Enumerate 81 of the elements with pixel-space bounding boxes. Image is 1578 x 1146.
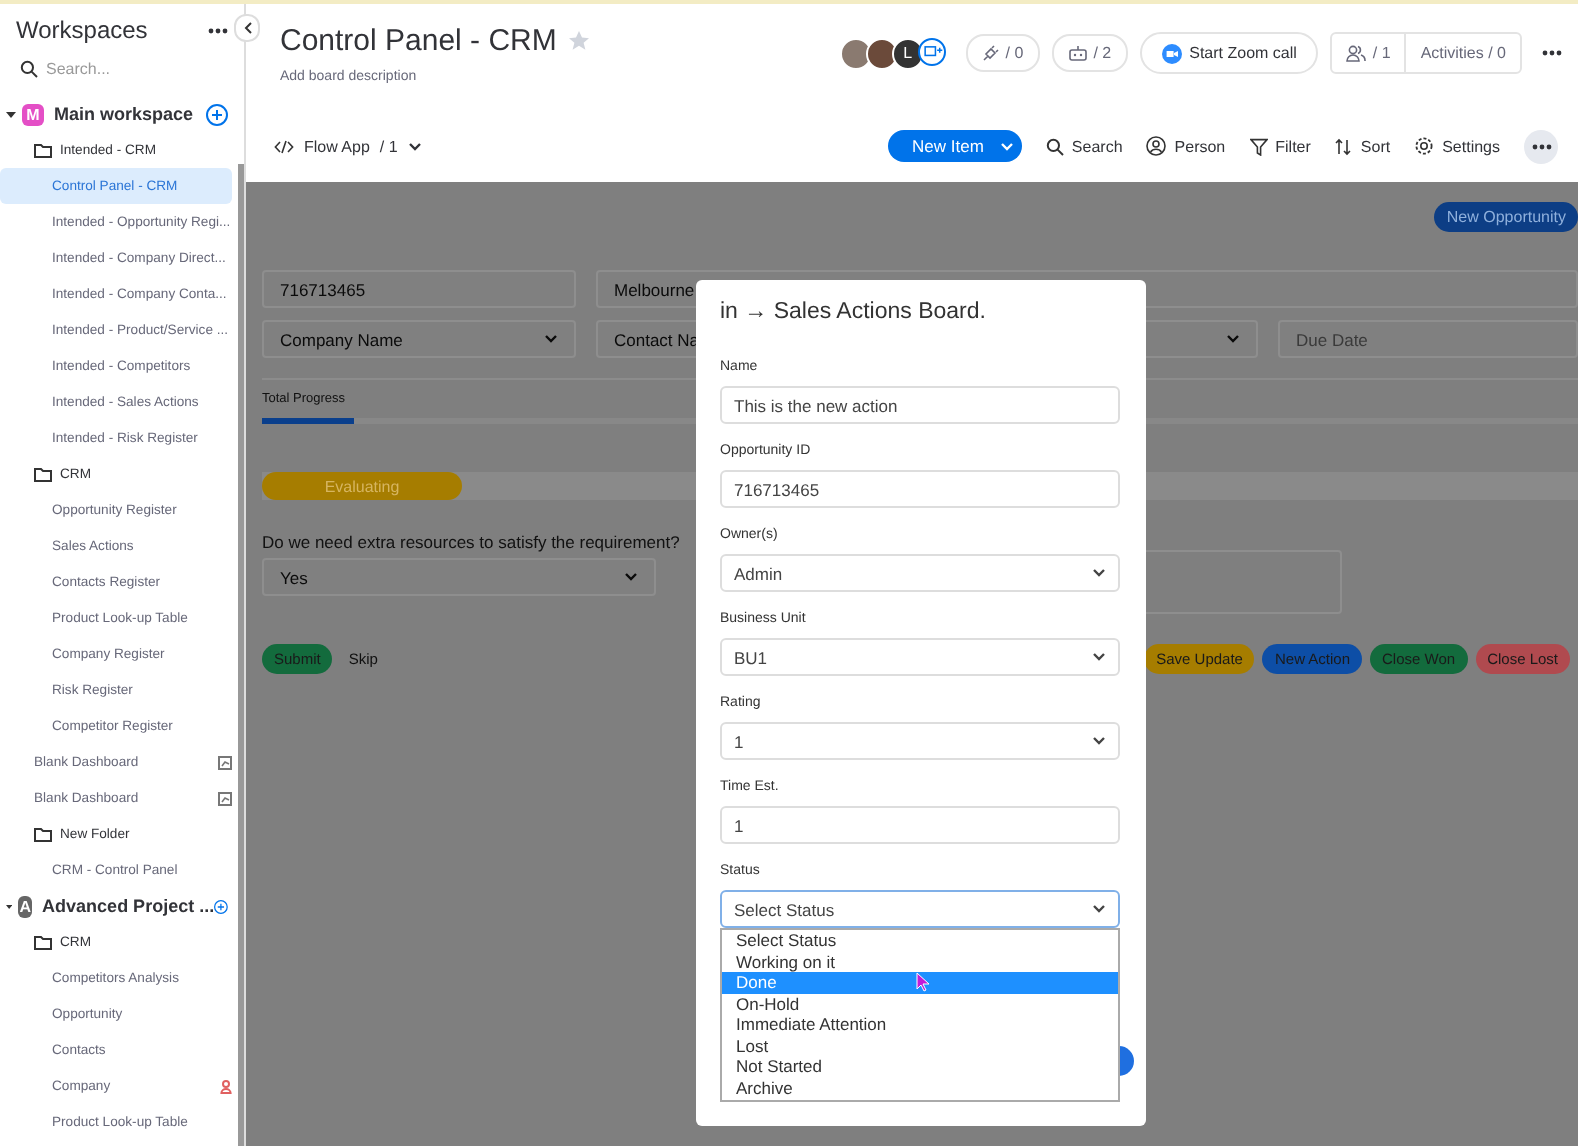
more-icon[interactable]: [208, 27, 228, 33]
avatar-circle[interactable]: L: [891, 37, 924, 69]
filter-button[interactable]: Filter: [1249, 137, 1311, 155]
settings-button[interactable]: Settings: [1414, 136, 1500, 156]
new-item-button[interactable]: New Item: [888, 130, 1022, 162]
person-filter-button[interactable]: Person: [1146, 136, 1226, 156]
select-field[interactable]: BU1: [720, 638, 1120, 676]
caret-icon[interactable]: [6, 109, 16, 119]
add-icon[interactable]: [214, 895, 228, 917]
code-icon: [274, 139, 294, 153]
workspace-item[interactable]: M Main workspace: [0, 96, 244, 132]
chevron-icon: [1092, 904, 1106, 914]
dashboard-icon: [218, 791, 232, 805]
input-field[interactable]: This is the new action: [720, 386, 1120, 424]
folder-icon: [34, 935, 52, 949]
chevron-icon: [999, 141, 1014, 151]
search-icon: [20, 59, 38, 77]
add-icon[interactable]: [206, 103, 228, 125]
question-label: Do we need extra resources to satisfy the requirement?: [262, 532, 680, 552]
more-icon[interactable]: [1542, 50, 1562, 56]
chevron-icon: [624, 572, 638, 582]
members-button[interactable]: / 1: [1332, 44, 1405, 62]
chevron-icon: [1092, 652, 1106, 662]
folder-icon: [34, 467, 52, 481]
view-count: / 1: [379, 137, 398, 155]
sort-button[interactable]: Sort: [1334, 137, 1391, 155]
people-icon: [1346, 44, 1367, 62]
dropdown-option[interactable]: Archive: [722, 1077, 1118, 1098]
chevron-icon: [1092, 568, 1106, 578]
folder-icon: [34, 827, 52, 841]
input-field[interactable]: 716713465: [262, 270, 576, 308]
chevron-icon: [243, 22, 251, 34]
view-tab[interactable]: Flow App: [304, 137, 370, 155]
new-opportunity-button[interactable]: New Opportunity: [1434, 202, 1578, 232]
select-field[interactable]: 1: [720, 722, 1120, 760]
dropdown-option[interactable]: Not Started: [722, 1056, 1118, 1077]
robot-icon: [1067, 44, 1088, 62]
board-title: Control Panel - CRM: [280, 24, 557, 58]
avatar-circle[interactable]: [839, 37, 872, 69]
dropdown-option[interactable]: On-Hold: [722, 993, 1118, 1014]
select-field[interactable]: Select Status: [720, 890, 1120, 928]
chevron-icon: [407, 141, 422, 151]
folder-icon: [34, 143, 52, 157]
workspace-icon: A: [18, 895, 33, 917]
settings-icon: [1414, 136, 1435, 156]
dropdown-option[interactable]: Done: [722, 972, 1118, 993]
dropdown-option[interactable]: Working on it: [722, 951, 1118, 972]
chevron-icon: [544, 334, 558, 344]
plug-icon: [981, 44, 1000, 62]
dashboard-icon: [218, 755, 232, 769]
sort-icon: [1334, 137, 1353, 155]
workspace-icon: M: [22, 103, 44, 125]
invite-icon[interactable]: [917, 37, 946, 65]
chevron-icon: [1092, 736, 1106, 746]
search-icon: [1045, 137, 1064, 155]
select-field[interactable]: Company Name: [262, 320, 576, 358]
zoom-call-button[interactable]: Start Zoom call: [1139, 32, 1319, 74]
automations-button[interactable]: / 2: [1051, 34, 1128, 72]
camera-icon: [1161, 43, 1182, 63]
search-button[interactable]: Search: [1045, 137, 1123, 155]
modal-title: in → Sales Actions Board.: [720, 300, 988, 324]
select-field[interactable]: Yes: [262, 558, 656, 596]
workspace-item[interactable]: A Advanced Project ...: [0, 888, 244, 924]
dropdown-option[interactable]: Lost: [722, 1035, 1118, 1056]
filter-icon: [1249, 137, 1268, 155]
chevron-icon: [1226, 334, 1240, 344]
dropdown-option[interactable]: Immediate Attention: [722, 1014, 1118, 1035]
input-field[interactable]: 716713465: [720, 470, 1120, 508]
person-icon: [1146, 136, 1167, 156]
star-icon[interactable]: [568, 30, 591, 52]
collapse-button[interactable]: [234, 14, 260, 42]
select-field[interactable]: Admin: [720, 554, 1120, 592]
more-icon: [1531, 143, 1551, 149]
input-field[interactable]: 1: [720, 806, 1120, 844]
integrations-button[interactable]: / 0: [965, 34, 1040, 72]
pointer-icon: [916, 972, 930, 992]
activities-button[interactable]: Activities / 0: [1406, 44, 1520, 62]
more-button[interactable]: [1524, 129, 1558, 163]
dropdown-option[interactable]: Select Status: [722, 930, 1118, 951]
sidebar-title: Workspaces: [16, 16, 148, 44]
avatar-circle[interactable]: [865, 37, 898, 69]
